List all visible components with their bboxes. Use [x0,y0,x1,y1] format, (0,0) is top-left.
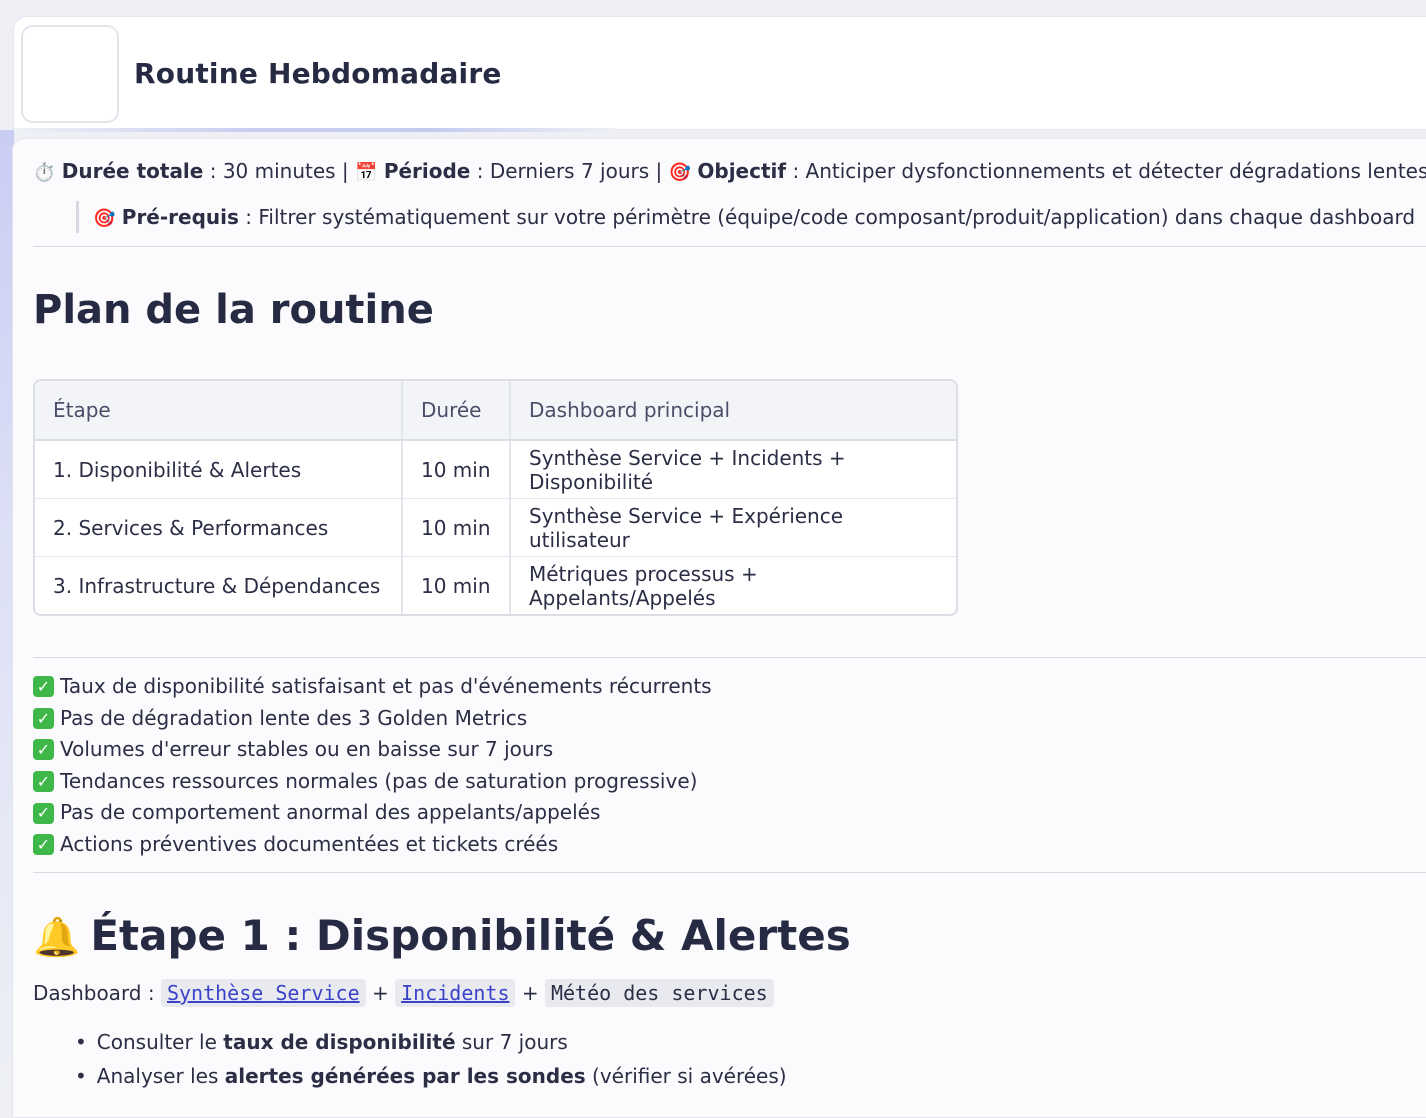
list-item: ✓ Pas de dégradation lente des 3 Golden M… [33,703,712,735]
list-item: ✓ Taux de disponibilité satisfaisant et p… [33,671,712,703]
cell-step: 1. Disponibilité & Alertes [35,439,402,499]
check-mark-icon: ✓ [33,707,54,729]
check-mark-icon: ✓ [33,739,54,761]
plan-table: Étape Durée Dashboard principal 1. Dispo… [33,379,958,616]
cell-step: 3. Infrastructure & Dépendances [35,556,402,614]
divider [33,657,1426,658]
checklist: ✓ Taux de disponibilité satisfaisant et p… [33,671,712,861]
bullet-text: (vérifier si avérées) [585,1064,787,1088]
check-mark-icon: ✓ [33,676,54,698]
table-header-row: Étape Durée Dashboard principal [35,381,956,441]
code-chip: Incidents [395,979,516,1007]
prereq-label: Pré-requis [121,205,239,229]
target-icon: 🎯 [668,162,692,183]
list-item: Consulter le taux de disponibilité sur 7… [75,1025,787,1059]
cell-step: 2. Services & Performances [35,498,402,557]
period-label: Période [383,159,471,183]
cell-duration: 10 min [401,439,510,499]
page-title: Routine Hebdomadaire [134,57,502,90]
step1-dashboard-line: Dashboard : Synthèse Service + Incidents… [33,979,774,1007]
cell-duration: 10 min [401,498,510,557]
step1-heading: 🔔 Étape 1 : Disponibilité & Alertes [33,911,851,960]
prereq-value: : Filtrer systématiquement sur votre pér… [238,205,1416,229]
checklist-text: Pas de comportement anormal des appelant… [60,800,601,825]
bullet-text: Analyser les [96,1064,225,1088]
divider [33,872,1426,873]
link-synthese-service[interactable]: Synthèse Service [167,981,360,1005]
duration-label: Durée totale [61,159,204,183]
col-header-step: Étape [35,381,402,441]
cell-dashboard: Synthèse Service + Expérience utilisateu… [509,498,956,557]
bullet-bold: taux de disponibilité [223,1030,456,1054]
list-item: ✓ Tendances ressources normales (pas de s… [33,766,712,798]
check-mark-icon: ✓ [33,802,54,824]
target-icon: 🎯 [93,208,116,229]
bullet-text: sur 7 jours [455,1030,568,1054]
table-row: 1. Disponibilité & Alertes 10 min Synthè… [35,439,956,499]
list-item: ✓ Actions préventives documentées et tick… [33,829,712,861]
objective-value: : Anticiper dysfonctionnements et détect… [786,159,1426,183]
bullet-bold: alertes générées par les sondes [224,1064,586,1088]
list-item: ✓ Pas de comportement anormal des appelan… [33,797,712,829]
cell-dashboard: Synthèse Service + Incidents + Disponibi… [509,439,956,499]
period-value: : Derniers 7 jours | [470,159,669,183]
step1-bullet-list: Consulter le taux de disponibilité sur 7… [75,1025,787,1093]
code-meteo-services: Météo des services [544,979,774,1007]
dashboard-label: Dashboard [33,981,142,1005]
list-item: ✓ Volumes d'erreur stables ou en baisse s… [33,734,712,766]
table-row: 2. Services & Performances 10 min Synthè… [35,498,956,557]
header-accent-line [14,128,614,132]
cell-duration: 10 min [401,556,510,614]
duration-value: : 30 minutes | [203,159,356,183]
col-header-dashboard: Dashboard principal [509,381,956,441]
col-header-duration: Durée [401,381,510,441]
calendar-icon: 📅 [355,162,378,183]
check-mark-icon: ✓ [33,771,54,793]
dashboard-sep: : [141,981,161,1005]
plan-heading: Plan de la routine [33,287,434,333]
checklist-text: Actions préventives documentées et ticke… [60,831,559,856]
link-incidents[interactable]: Incidents [401,981,509,1005]
document-body: ⏱️ Durée totale : 30 minutes | 📅 Période… [12,138,1426,1118]
divider [33,246,1426,247]
checklist-text: Taux de disponibilité satisfaisant et pa… [60,674,712,698]
page-header: Routine Hebdomadaire [13,16,1426,132]
checklist-text: Tendances ressources normales (pas de sa… [60,768,698,793]
stopwatch-icon: ⏱️ [33,162,56,183]
step1-heading-text: Étape 1 : Disponibilité & Alertes [90,911,851,960]
bell-icon: 🔔 [33,915,81,959]
check-mark-icon: ✓ [33,834,54,856]
code-chip: Synthèse Service [160,979,366,1007]
table-row: 3. Infrastructure & Dépendances 10 min M… [35,556,956,614]
app-logo-placeholder [21,25,119,123]
meta-line: ⏱️ Durée totale : 30 minutes | 📅 Période… [33,159,1426,183]
cell-dashboard: Métriques processus + Appelants/Appelés [509,556,956,614]
checklist-text: Volumes d'erreur stables ou en baisse su… [60,737,554,762]
list-item: Analyser les alertes générées par les so… [75,1059,787,1093]
prerequisite-quote: 🎯 Pré-requis : Filtrer systématiquement … [76,201,1415,233]
bullet-text: Consulter le [96,1030,224,1054]
checklist-text: Pas de dégradation lente des 3 Golden Me… [60,705,528,730]
objective-label: Objectif [697,159,787,183]
